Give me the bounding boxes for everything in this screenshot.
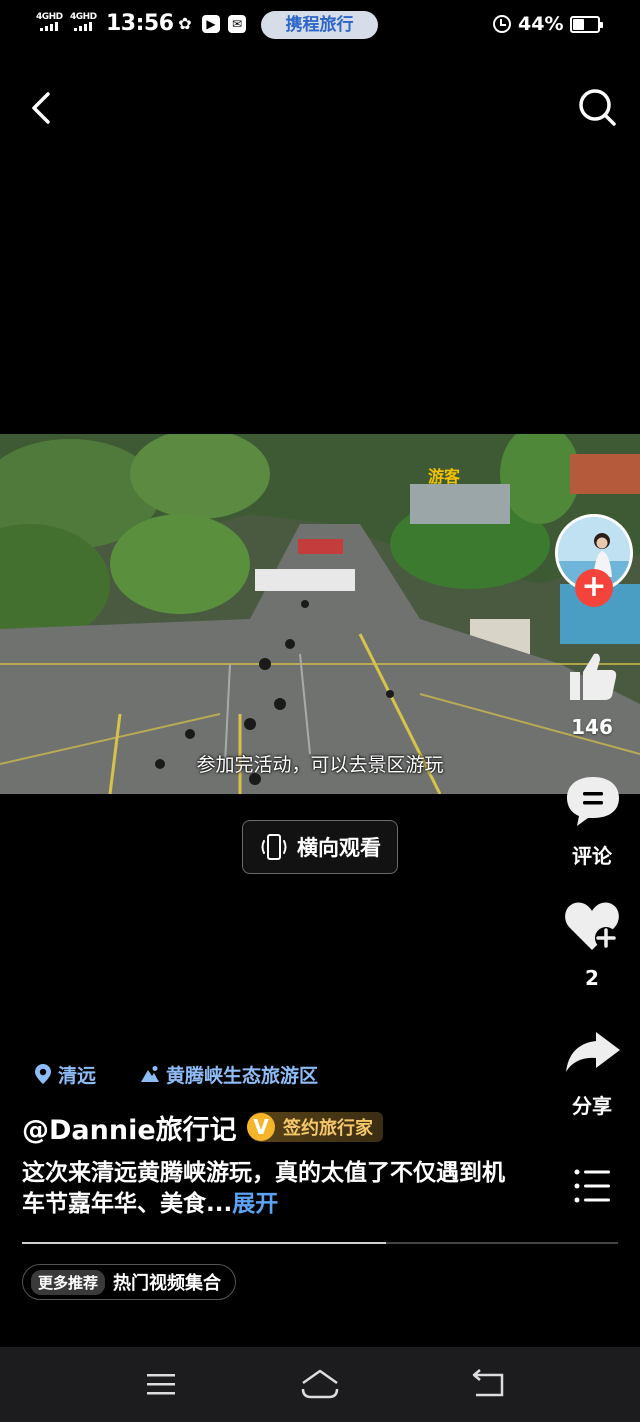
back-icon[interactable] — [22, 88, 62, 128]
rotate-phone-icon — [261, 834, 287, 860]
video-player[interactable]: 游客 — [0, 434, 640, 794]
battery-icon — [570, 16, 603, 33]
badge-label: 签约旅行家 — [283, 1118, 373, 1139]
recommendation-chip[interactable]: 更多推荐 热门视频集合 — [22, 1264, 237, 1300]
clock: 13:56 — [106, 11, 174, 36]
share-label: 分享 — [572, 1094, 612, 1118]
recommendation-text: 热门视频集合 — [113, 1273, 222, 1294]
video-description[interactable]: 这次来清远黄腾峡游玩，真的太值了不仅遇到机车节嘉年华、美食...展开 — [22, 1158, 522, 1220]
like-icon[interactable] — [558, 648, 628, 704]
share-icon[interactable] — [558, 1028, 628, 1078]
search-icon[interactable] — [576, 86, 618, 128]
signal-icon-2: 4GHD — [70, 12, 97, 31]
mountain-icon — [141, 1066, 159, 1082]
location-city-link[interactable]: 清远 — [34, 1060, 96, 1088]
video-frame: 游客 — [0, 434, 640, 794]
wechat-icon: ✿ — [178, 14, 192, 33]
expand-link[interactable]: 展开 — [232, 1191, 278, 1217]
location-poi-link[interactable]: 黄腾峡生态旅游区 — [140, 1060, 318, 1088]
recommendation-tag: 更多推荐 — [31, 1269, 106, 1295]
signal-label-1: 4GHD — [36, 12, 63, 22]
video-app-icon: ▶ — [202, 15, 220, 33]
favorite-count: 2 — [585, 966, 599, 990]
visitor-sign: 游客 — [428, 467, 461, 486]
comment-icon[interactable] — [558, 774, 628, 828]
battery-percent: 44% — [518, 13, 564, 35]
location-city: 清远 — [58, 1064, 97, 1087]
menu-icon[interactable] — [141, 1367, 181, 1401]
system-nav-bar — [0, 1347, 640, 1422]
follow-button[interactable]: + — [575, 569, 613, 607]
verified-icon: V — [247, 1113, 275, 1141]
playlist-icon[interactable] — [572, 1166, 612, 1206]
status-bar: 4GHD 4GHD 13:56 ✿ ▶ ✉ 携程旅行 44% — [0, 0, 640, 50]
trip-app-pill[interactable]: 携程旅行 — [261, 11, 378, 39]
travel-expert-badge[interactable]: V 签约旅行家 — [247, 1112, 383, 1142]
video-subtitle: 参加完活动，可以去景区游玩 — [196, 754, 444, 776]
video-progress-fill — [22, 1242, 386, 1244]
signal-label-2: 4GHD — [70, 12, 97, 22]
signal-icon-1: 4GHD — [36, 12, 63, 31]
alarm-icon — [493, 15, 511, 33]
home-icon[interactable] — [300, 1367, 340, 1401]
comment-label: 评论 — [572, 844, 612, 868]
landscape-view-button[interactable]: 横向观看 — [242, 820, 398, 874]
like-count: 146 — [571, 715, 613, 739]
back-nav-icon[interactable] — [468, 1367, 508, 1401]
location-pin-icon — [35, 1064, 51, 1084]
mail-icon: ✉ — [228, 15, 246, 33]
landscape-view-label: 横向观看 — [297, 836, 381, 860]
author-name[interactable]: @Dannie旅行记 — [22, 1108, 237, 1147]
video-progress-bar[interactable] — [22, 1242, 618, 1244]
location-poi: 黄腾峡生态旅游区 — [166, 1064, 319, 1087]
favorite-icon[interactable] — [558, 896, 628, 956]
